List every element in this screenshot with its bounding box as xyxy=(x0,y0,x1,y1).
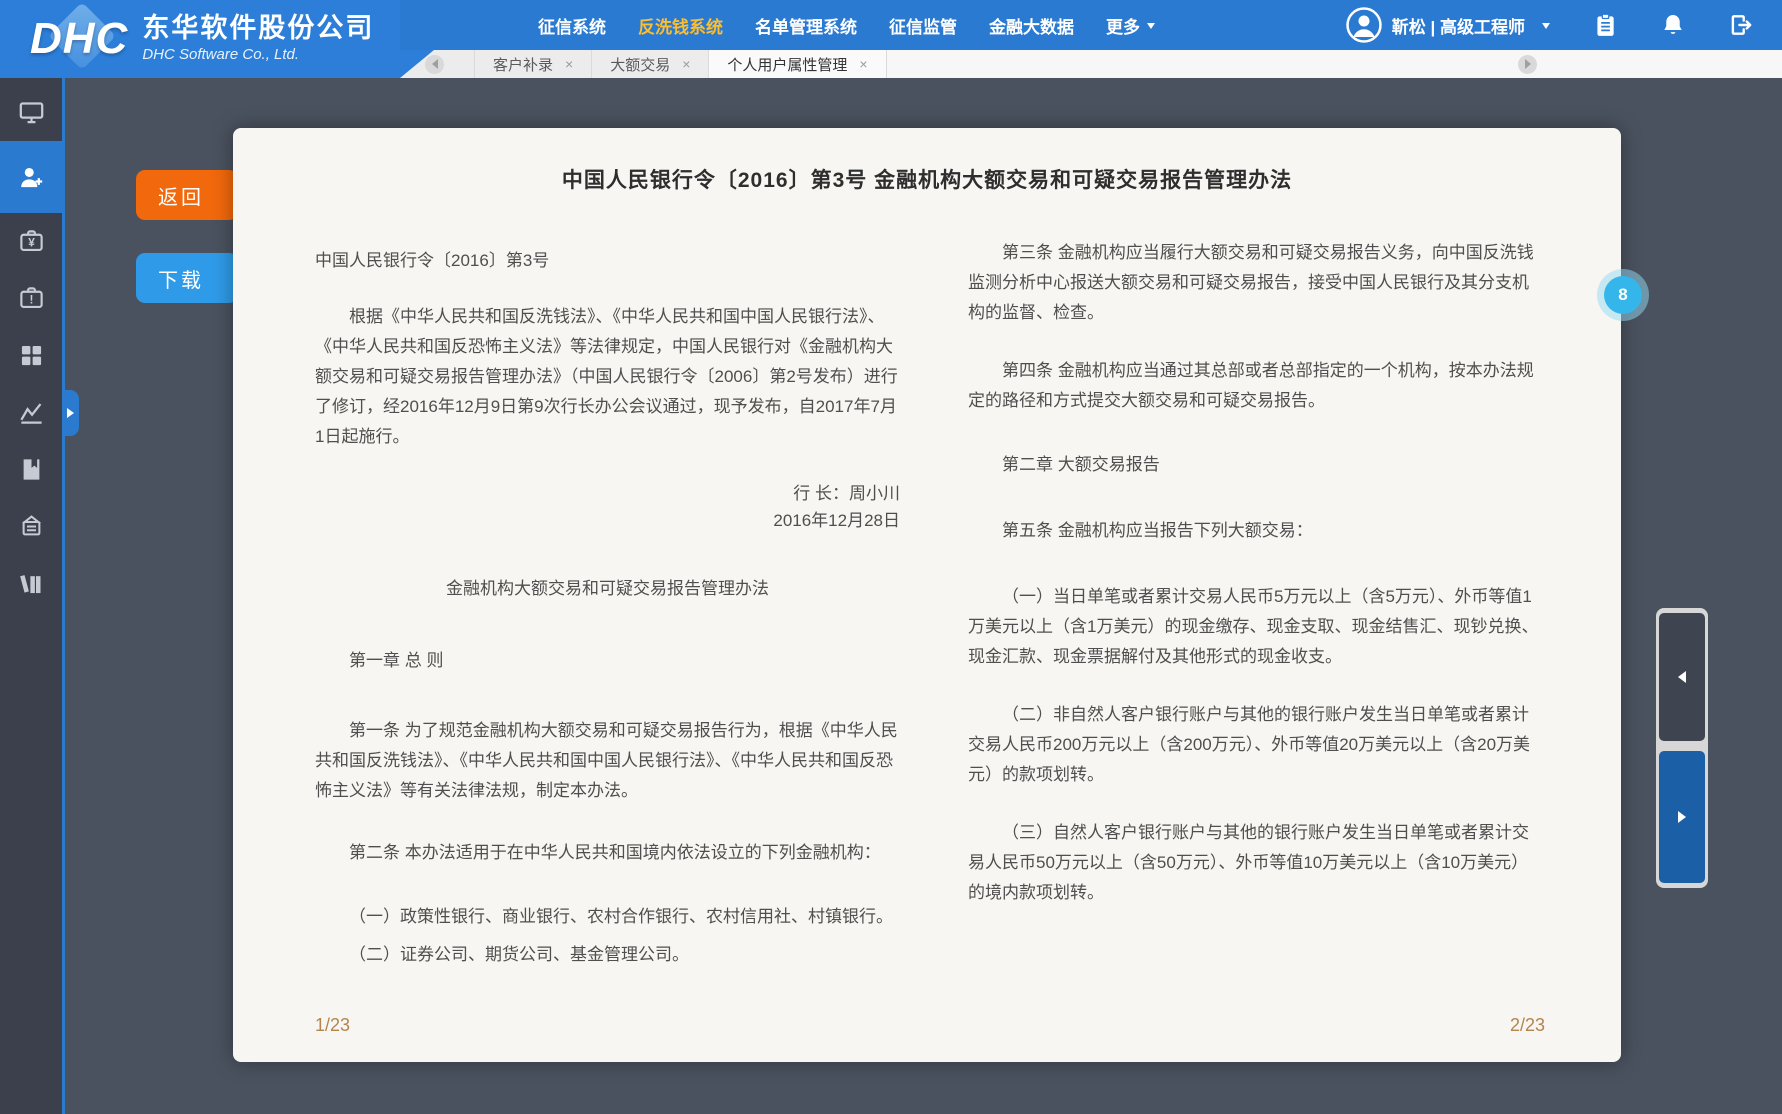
company-name-cn: 东华软件股份公司 xyxy=(142,14,374,44)
article-3: 第三条 金融机构应当履行大额交易和可疑交易报告义务，向中国反洗钱监测分析中心报送… xyxy=(968,238,1545,328)
avatar xyxy=(1346,7,1382,43)
nav-item-list-management[interactable]: 名单管理系统 xyxy=(755,13,857,38)
document-title: 中国人民银行令〔2016〕第3号 金融机构大额交易和可疑交易报告管理办法 xyxy=(233,164,1621,194)
nav-more-label: 更多 xyxy=(1106,13,1140,38)
sidebar-item-library[interactable] xyxy=(0,555,62,612)
next-page-button[interactable] xyxy=(1659,751,1705,883)
document-pages: 中国人民银行令〔2016〕第3号 根据《中华人民共和国反洗钱法》、《中华人民共和… xyxy=(233,194,1621,1062)
chapter-2-heading: 第二章 大额交易报告 xyxy=(968,450,1545,480)
book-bookmark-icon xyxy=(18,456,45,483)
chevron-right-icon xyxy=(67,408,79,418)
app-window: DHC 东华软件股份公司 DHC Software Co., Ltd. 征信系统… xyxy=(0,0,1782,1114)
svg-text:¥: ¥ xyxy=(28,236,35,250)
article-5: 第五条 金融机构应当报告下列大额交易： xyxy=(968,516,1545,546)
page-number-right: 2/23 xyxy=(968,1015,1545,1036)
nav-item-more[interactable]: 更多 xyxy=(1106,13,1155,38)
decree-number: 中国人民银行令〔2016〕第3号 xyxy=(315,246,900,276)
user-name-role: 靳松 | 高级工程师 xyxy=(1392,13,1525,38)
chevron-right-icon xyxy=(1525,59,1536,69)
close-icon[interactable]: × xyxy=(682,56,690,72)
notification-count-badge[interactable]: 8 xyxy=(1604,276,1642,314)
article-5-item-2: （二）非自然人客户银行账户与其他的银行账户发生当日单笔或者累计交易人民币200万… xyxy=(968,700,1545,790)
tab-personal-user-attributes[interactable]: 个人用户属性管理 × xyxy=(709,50,886,78)
nav-item-credit-supervision[interactable]: 征信监管 xyxy=(889,13,957,38)
back-button[interactable]: 返回 xyxy=(136,170,238,220)
tab-label: 个人用户属性管理 xyxy=(727,54,847,75)
sidebar-item-briefcase-yen[interactable]: ¥ xyxy=(0,213,62,270)
arrow-left-icon xyxy=(1672,671,1686,683)
sidebar-item-briefcase-alert[interactable]: ! xyxy=(0,270,62,327)
sidebar-item-analytics[interactable] xyxy=(0,384,62,441)
sidebar-item-bookmarked-docs[interactable] xyxy=(0,441,62,498)
open-tabs-bar: 客户补录 × 大额交易 × 个人用户属性管理 × xyxy=(400,50,1782,78)
arrow-right-icon xyxy=(1678,811,1692,823)
document-page-1: 中国人民银行令〔2016〕第3号 根据《中华人民共和国反洗钱法》、《中华人民共和… xyxy=(315,234,900,1036)
decree-preamble: 根据《中华人民共和国反洗钱法》、《中华人民共和国中国人民银行法》、《中华人民共和… xyxy=(315,302,900,452)
chevron-down-icon xyxy=(1147,23,1155,33)
monitor-icon xyxy=(18,99,45,126)
bell-icon[interactable] xyxy=(1660,12,1686,38)
books-icon xyxy=(18,570,45,597)
decree-signature: 行 长：周小川 2016年12月28日 xyxy=(315,480,900,534)
sidebar: ¥ ! xyxy=(0,78,65,1114)
article-1: 第一条 为了规范金融机构大额交易和可疑交易报告行为，根据《中华人民共和国反洗钱法… xyxy=(315,716,900,806)
sidebar-expand-handle[interactable] xyxy=(62,390,79,436)
hanging-sign-icon xyxy=(18,513,45,540)
nav-item-financial-bigdata[interactable]: 金融大数据 xyxy=(989,13,1074,38)
article-2-item-2: （二）证券公司、期货公司、基金管理公司。 xyxy=(315,940,900,970)
company-logo: DHC 东华软件股份公司 DHC Software Co., Ltd. xyxy=(0,0,400,78)
company-name-en: DHC Software Co., Ltd. xyxy=(142,47,374,64)
page-navigation-control xyxy=(1656,608,1708,888)
person-add-icon xyxy=(18,164,45,191)
regulation-title: 金融机构大额交易和可疑交易报告管理办法 xyxy=(315,574,900,604)
sidebar-item-apps-grid[interactable] xyxy=(0,327,62,384)
tab-customer-supplement[interactable]: 客户补录 × xyxy=(474,50,592,78)
article-2: 第二条 本办法适用于在中华人民共和国境内依法设立的下列金融机构： xyxy=(315,838,900,868)
tab-label: 客户补录 xyxy=(493,54,553,75)
logout-icon[interactable] xyxy=(1728,12,1754,38)
tab-large-transactions[interactable]: 大额交易 × xyxy=(592,50,709,78)
article-5-item-1: （一）当日单笔或者累计交易人民币5万元以上（含5万元）、外币等值1万美元以上（含… xyxy=(968,582,1545,672)
nav-item-aml-system[interactable]: 反洗钱系统 xyxy=(638,13,723,38)
page-number-left: 1/23 xyxy=(315,1015,900,1036)
document-page-2: 第三条 金融机构应当履行大额交易和可疑交易报告义务，向中国反洗钱监测分析中心报送… xyxy=(968,234,1545,1036)
briefcase-alert-icon: ! xyxy=(18,285,45,312)
chevron-left-icon xyxy=(427,59,438,69)
svg-text:!: ! xyxy=(29,293,33,307)
previous-page-button[interactable] xyxy=(1659,613,1705,741)
close-icon[interactable]: × xyxy=(565,56,573,72)
line-chart-icon xyxy=(18,399,45,426)
chevron-down-icon xyxy=(1542,23,1550,33)
article-2-item-1: （一）政策性银行、商业银行、农村合作银行、农村信用社、村镇银行。 xyxy=(315,902,900,932)
sidebar-item-monitor[interactable] xyxy=(0,84,62,141)
tab-label: 大额交易 xyxy=(610,54,670,75)
main-nav: 征信系统 反洗钱系统 名单管理系统 征信监管 金融大数据 更多 xyxy=(538,0,1155,50)
download-button[interactable]: 下载 xyxy=(136,253,238,303)
briefcase-yen-icon: ¥ xyxy=(18,228,45,255)
nav-item-credit-system[interactable]: 征信系统 xyxy=(538,13,606,38)
article-5-item-3: （三）自然人客户银行账户与其他的银行账户发生当日单笔或者累计交易人民币50万元以… xyxy=(968,818,1545,908)
tabstrip-empty-area xyxy=(887,50,1782,78)
close-icon[interactable]: × xyxy=(859,56,867,72)
user-menu[interactable]: 靳松 | 高级工程师 xyxy=(1346,7,1550,43)
user-avatar-icon xyxy=(1346,7,1382,43)
grid-icon xyxy=(18,342,45,369)
sidebar-item-person-add[interactable] xyxy=(0,141,62,213)
signer-name: 行 长：周小川 xyxy=(315,480,900,507)
clipboard-icon[interactable] xyxy=(1592,12,1618,38)
signature-date: 2016年12月28日 xyxy=(315,507,900,534)
article-4: 第四条 金融机构应当通过其总部或者总部指定的一个机构，按本办法规定的路径和方式提… xyxy=(968,356,1545,416)
tabs-scroll-left-button[interactable] xyxy=(425,55,444,74)
document-viewer-panel: 中国人民银行令〔2016〕第3号 金融机构大额交易和可疑交易报告管理办法 中国人… xyxy=(233,128,1621,1062)
sidebar-item-notice-board[interactable] xyxy=(0,498,62,555)
tabs-scroll-right-button[interactable] xyxy=(1518,55,1537,74)
logo-acronym: DHC xyxy=(30,14,128,64)
chapter-1-heading: 第一章 总 则 xyxy=(315,646,900,676)
header-right-cluster: 靳松 | 高级工程师 xyxy=(1346,0,1754,50)
